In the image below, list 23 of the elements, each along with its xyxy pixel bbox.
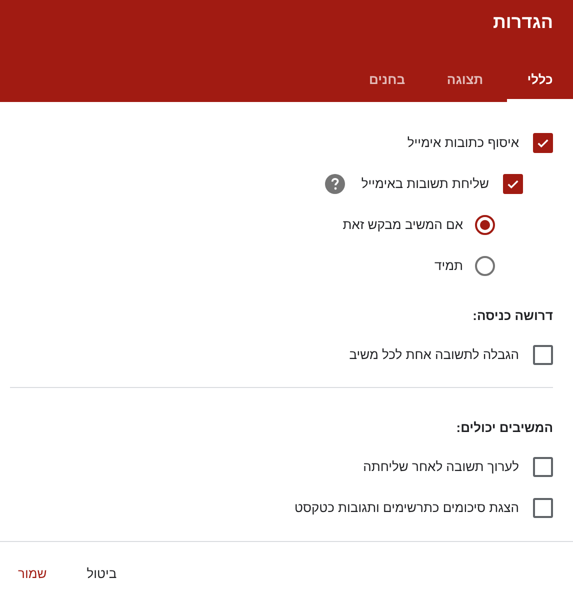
radio-button[interactable] [475, 214, 495, 234]
option-label: לערוך תשובה לאחר שליחתה [363, 459, 519, 474]
tab[interactable]: בחנים [351, 72, 423, 102]
cancel-button[interactable]: ביטול [68, 558, 135, 589]
option-label: הגבלה לתשובה אחת לכל משיב [349, 347, 519, 362]
option-label: שליחת תשובות באימייל [361, 176, 489, 191]
radio-button[interactable] [475, 256, 495, 276]
dialog-title: הגדרות [492, 11, 554, 33]
section-heading: דרושה כניסה: [472, 307, 554, 325]
option-label: הצגת סיכומים כתרשימים ותגובות כטקסט [294, 500, 519, 515]
tab[interactable]: כללי [507, 72, 573, 102]
checkbox[interactable] [533, 456, 553, 476]
help-icon[interactable] [325, 174, 346, 194]
checkbox[interactable] [503, 174, 523, 194]
tab[interactable]: תצוגה [429, 72, 501, 102]
checkbox[interactable] [533, 132, 553, 152]
option-label: איסוף כתובות אימייל [407, 135, 519, 150]
option-label: תמיד [434, 258, 463, 273]
section-heading: המשיבים יכולים: [455, 419, 554, 437]
save-button[interactable]: שמור [0, 558, 65, 589]
option-label: אם המשיב מבקש זאת [342, 217, 463, 232]
checkbox[interactable] [533, 498, 553, 518]
checkbox[interactable] [533, 344, 553, 364]
